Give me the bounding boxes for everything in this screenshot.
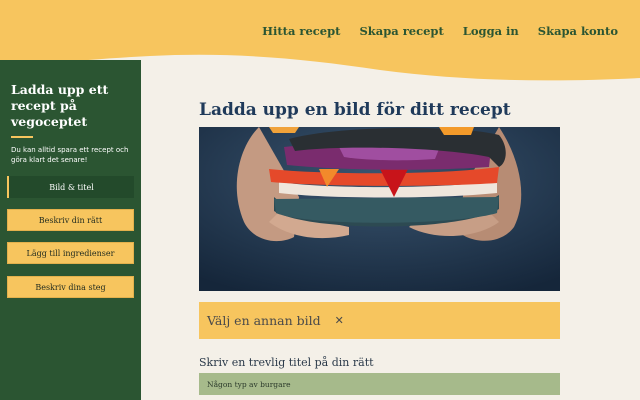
title-field-label: Skriv en trevlig titel på din rätt [199, 356, 374, 369]
recipe-image [199, 127, 560, 291]
step-add-ingredients[interactable]: Lägg till ingredienser [7, 242, 134, 264]
change-image-button[interactable]: Välj en annan bild ✕ [199, 302, 560, 339]
recipe-title-input[interactable] [199, 373, 560, 395]
sidebar-note: Du kan alltid spara ett recept och göra … [11, 146, 129, 164]
burger-photo [199, 127, 560, 291]
progress-sidebar: Ladda upp ett recept på vegoceptet Du ka… [0, 60, 141, 400]
step-describe-steps[interactable]: Beskriv dina steg [7, 276, 134, 298]
change-image-label: Välj en annan bild [207, 313, 321, 328]
sidebar-divider [11, 136, 33, 138]
sidebar-title: Ladda upp ett recept på vegoceptet [11, 82, 109, 129]
page-title: Ladda upp en bild för ditt recept [199, 100, 511, 120]
main-content: Ladda upp en bild för ditt recept Välj e… [199, 0, 561, 400]
step-describe-dish[interactable]: Beskriv din rätt [7, 209, 134, 231]
step-image-title[interactable]: Bild & titel [7, 176, 134, 198]
close-icon[interactable]: ✕ [335, 314, 344, 327]
